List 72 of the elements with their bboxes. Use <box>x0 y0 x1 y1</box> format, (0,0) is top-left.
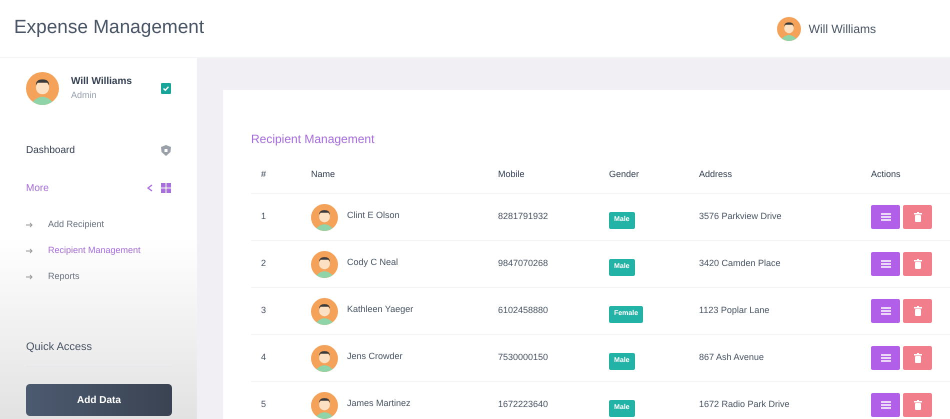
delete-button[interactable] <box>903 393 932 417</box>
arrow-icon <box>26 248 33 254</box>
mobile-number: 9847070268 <box>497 257 550 270</box>
column-header: Name <box>310 168 336 181</box>
recipient-name: Jens Crowder <box>347 350 403 363</box>
menu-icon <box>880 354 890 362</box>
address: 1672 Radio Park Drive <box>698 398 791 412</box>
mobile-number: 7530000150 <box>497 351 550 364</box>
shield-icon <box>161 144 171 156</box>
chevron-icon[interactable] <box>147 184 153 192</box>
submenu-item[interactable]: Add Recipient <box>48 218 104 232</box>
mobile-number: 6102458880 <box>497 304 550 318</box>
row-number: 5 <box>260 398 268 412</box>
avatar-icon <box>776 16 801 40</box>
delete-button[interactable] <box>903 252 932 276</box>
menu-icon <box>880 401 890 409</box>
address: 3420 Camden Place <box>698 257 782 270</box>
delete-button[interactable] <box>903 346 932 370</box>
avatar-icon <box>311 250 338 278</box>
arrow-icon <box>26 222 33 228</box>
trash-icon <box>914 259 922 269</box>
badge-check-icon <box>161 83 171 94</box>
recipient-name: Clint E Olson <box>347 208 400 222</box>
row-number: 3 <box>260 304 268 318</box>
row-number: 2 <box>260 257 268 270</box>
mobile-number: 8281791932 <box>497 210 550 224</box>
recipient-name: Kathleen Yaeger <box>347 302 414 316</box>
address: 1123 Poplar Lane <box>698 304 770 318</box>
avatar-icon <box>26 72 59 105</box>
column-header: Address <box>698 168 734 181</box>
add-data-button[interactable]: Add Data <box>26 384 172 416</box>
mobile-number: 1672223640 <box>497 398 550 412</box>
nav-item[interactable]: More <box>26 169 171 207</box>
card-title: Recipient Management <box>251 131 376 148</box>
menu-button[interactable] <box>871 205 900 229</box>
menu-button[interactable] <box>871 252 900 276</box>
address: 867 Ash Avenue <box>698 351 765 364</box>
row-number: 4 <box>260 351 268 364</box>
column-header: Mobile <box>497 168 526 181</box>
delete-button[interactable] <box>903 205 932 229</box>
menu-icon <box>880 213 890 221</box>
row-number: 1 <box>260 210 268 224</box>
menu-button[interactable] <box>871 393 900 417</box>
app-title: Expense Management <box>14 16 204 40</box>
profile-name: Will Williams <box>71 75 133 90</box>
menu-button[interactable] <box>871 299 900 323</box>
trash-icon <box>914 400 922 410</box>
address: 3576 Parkview Drive <box>698 210 783 224</box>
delete-button[interactable] <box>903 299 932 323</box>
trash-icon <box>914 353 922 363</box>
trash-icon <box>914 212 922 222</box>
user-name[interactable]: Will Williams <box>808 20 876 38</box>
grid-icon <box>161 183 171 193</box>
recipient-name: Cody C Neal <box>347 256 398 269</box>
menu-button[interactable] <box>871 346 900 370</box>
submenu-item[interactable]: Reports <box>48 270 80 284</box>
avatar-icon <box>311 392 338 418</box>
column-header: Gender <box>608 168 640 181</box>
column-header: # <box>260 168 268 181</box>
menu-icon <box>880 307 890 315</box>
avatar-icon <box>311 298 338 324</box>
profile-role: Admin <box>71 89 98 102</box>
menu-icon <box>880 260 890 268</box>
arrow-icon <box>26 274 33 280</box>
section-title: Quick Access <box>26 341 92 353</box>
recipient-name: James Martinez <box>347 396 411 410</box>
submenu-item[interactable]: Recipient Management <box>48 244 141 258</box>
trash-icon <box>914 306 922 316</box>
avatar-icon <box>311 204 338 230</box>
avatar-icon <box>311 344 338 372</box>
column-header: Actions <box>870 168 902 181</box>
nav-item[interactable]: Dashboard <box>26 131 171 169</box>
